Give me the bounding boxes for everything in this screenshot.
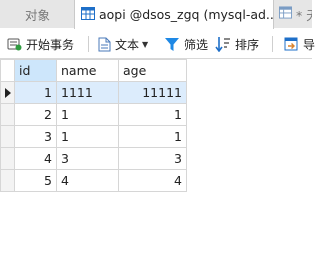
row-indicator-header — [0, 59, 15, 82]
table-icon — [81, 6, 95, 23]
cell-name[interactable]: 1 — [56, 125, 119, 148]
sort-icon — [215, 37, 230, 52]
tab-objects-label: 对象 — [25, 7, 51, 23]
import-icon — [284, 37, 298, 51]
chevron-down-icon: ▼ — [142, 39, 149, 49]
tab-objects[interactable]: 对象 — [0, 0, 74, 28]
table-row[interactable]: 5 4 4 — [0, 169, 187, 192]
row-indicator[interactable] — [0, 147, 15, 170]
begin-transaction-button[interactable]: 开始事务 — [7, 29, 74, 59]
row-indicator[interactable] — [0, 125, 15, 148]
grid-header-row: id name age — [0, 59, 187, 82]
cell-age[interactable]: 1 — [118, 125, 187, 148]
cell-name[interactable]: 3 — [56, 147, 119, 170]
cell-age[interactable]: 3 — [118, 147, 187, 170]
cell-age[interactable]: 11111 — [118, 81, 187, 104]
cell-age[interactable]: 4 — [118, 169, 187, 192]
cell-name[interactable]: 1111 — [56, 81, 119, 104]
toolbar-divider — [272, 36, 273, 52]
table-row[interactable]: 3 1 1 — [0, 125, 187, 148]
transaction-icon — [7, 38, 22, 51]
column-header-id[interactable]: id — [14, 59, 57, 82]
sort-label: 排序 — [235, 37, 260, 52]
tab-table-aopi-label: aopi @dsos_zgq (mysql-ad... — [99, 7, 274, 22]
filter-button[interactable]: 筛选 — [164, 29, 208, 59]
tab-strip: 对象 aopi @dsos_zgq (mysql-ad... * 无 — [0, 0, 312, 29]
data-grid: id name age 1 1111 11111 2 1 1 3 1 1 4 3… — [0, 59, 187, 192]
tab-table-aopi[interactable]: aopi @dsos_zgq (mysql-ad... — [74, 0, 274, 29]
table-row[interactable]: 2 1 1 — [0, 103, 187, 126]
table-icon — [279, 6, 292, 22]
cell-id[interactable]: 3 — [14, 125, 57, 148]
tab-untitled-label: * 无 — [296, 7, 312, 23]
cell-id[interactable]: 1 — [14, 81, 57, 104]
text-view-button[interactable]: 文本 ▼ — [98, 29, 148, 59]
cell-id[interactable]: 2 — [14, 103, 57, 126]
begin-transaction-label: 开始事务 — [26, 37, 75, 52]
import-label: 导 — [303, 37, 316, 52]
cell-id[interactable]: 5 — [14, 169, 57, 192]
cell-name[interactable]: 1 — [56, 103, 119, 126]
tab-untitled[interactable]: * 无 — [274, 0, 312, 28]
toolbar-divider — [88, 36, 89, 52]
sort-button[interactable]: 排序 — [215, 29, 259, 59]
cell-name[interactable]: 4 — [56, 169, 119, 192]
column-header-age[interactable]: age — [118, 59, 187, 82]
column-header-name[interactable]: name — [56, 59, 119, 82]
row-indicator[interactable] — [0, 81, 15, 104]
row-indicator[interactable] — [0, 169, 15, 192]
row-indicator[interactable] — [0, 103, 15, 126]
document-icon — [98, 37, 111, 51]
toolbar: 开始事务 文本 ▼ 筛选 排序 导 — [0, 29, 315, 59]
table-row[interactable]: 4 3 3 — [0, 147, 187, 170]
filter-label: 筛选 — [184, 37, 209, 52]
current-row-pointer-icon — [5, 87, 11, 98]
cell-id[interactable]: 4 — [14, 147, 57, 170]
text-view-label: 文本 — [115, 37, 140, 52]
table-row[interactable]: 1 1111 11111 — [0, 81, 187, 104]
import-button[interactable]: 导 — [284, 29, 315, 59]
filter-icon — [165, 37, 179, 51]
cell-age[interactable]: 1 — [118, 103, 187, 126]
